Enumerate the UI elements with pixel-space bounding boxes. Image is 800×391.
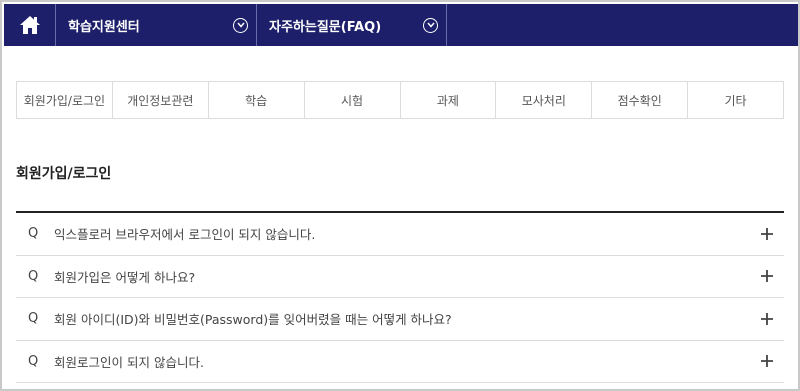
tab-other[interactable]: 기타 [688, 82, 783, 118]
nav-dropdown-label: 학습지원센터 [68, 19, 140, 35]
tab-exam[interactable]: 시험 [305, 82, 401, 118]
tab-signup-login[interactable]: 회원가입/로그인 [17, 82, 113, 118]
question-marker: Q [28, 226, 39, 242]
faq-item[interactable]: Q 회원가입은 어떻게 하나요? [16, 256, 784, 298]
tab-learning[interactable]: 학습 [209, 82, 305, 118]
question-marker: Q [28, 268, 39, 284]
home-button[interactable] [4, 4, 56, 46]
nav-dropdown-learning-support[interactable]: 학습지원센터 [56, 4, 257, 46]
question-marker: Q [28, 311, 39, 327]
question-marker: Q [28, 353, 39, 369]
home-icon [19, 16, 40, 34]
chevron-down-circle-icon [233, 17, 248, 33]
faq-item[interactable]: Q 익스플로러 브라우저에서 로그인이 되지 않습니다. [16, 213, 784, 256]
faq-category-tabs: 회원가입/로그인 개인정보관련 학습 시험 과제 모사처리 점수확인 기타 [16, 81, 784, 119]
tab-assignment[interactable]: 과제 [401, 82, 497, 118]
section-title: 회원가입/로그인 [16, 166, 112, 182]
plus-icon[interactable] [750, 355, 784, 368]
nav-dropdown-label: 자주하는질문(FAQ) [269, 19, 382, 35]
plus-icon[interactable] [750, 227, 784, 240]
plus-icon[interactable] [750, 270, 784, 283]
faq-item[interactable]: Q 회원 아이디(ID)와 비밀번호(Password)를 잊어버렸을 때는 어… [16, 298, 784, 341]
top-navigation-bar: 학습지원센터 자주하는질문(FAQ) [4, 4, 798, 46]
faq-question-text: 회원 아이디(ID)와 비밀번호(Password)를 잊어버렸을 때는 어떻게… [54, 312, 452, 328]
tab-score-check[interactable]: 점수확인 [592, 82, 689, 118]
faq-question-text: 익스플로러 브라우저에서 로그인이 되지 않습니다. [54, 227, 316, 243]
tab-privacy[interactable]: 개인정보관련 [113, 82, 209, 118]
faq-list: Q 익스플로러 브라우저에서 로그인이 되지 않습니다. Q 회원가입은 어떻게… [16, 213, 784, 383]
tab-plagiarism[interactable]: 모사처리 [496, 82, 593, 118]
chevron-down-circle-icon [423, 17, 438, 33]
faq-question-text: 회원로그인이 되지 않습니다. [54, 354, 204, 370]
nav-dropdown-faq[interactable]: 자주하는질문(FAQ) [257, 4, 447, 46]
faq-item[interactable]: Q 회원로그인이 되지 않습니다. [16, 341, 784, 383]
faq-question-text: 회원가입은 어떻게 하나요? [54, 269, 196, 285]
plus-icon[interactable] [750, 312, 784, 325]
page-frame: 학습지원센터 자주하는질문(FAQ) 회원가입/로그인 개인정보관련 학습 시험… [0, 0, 800, 391]
